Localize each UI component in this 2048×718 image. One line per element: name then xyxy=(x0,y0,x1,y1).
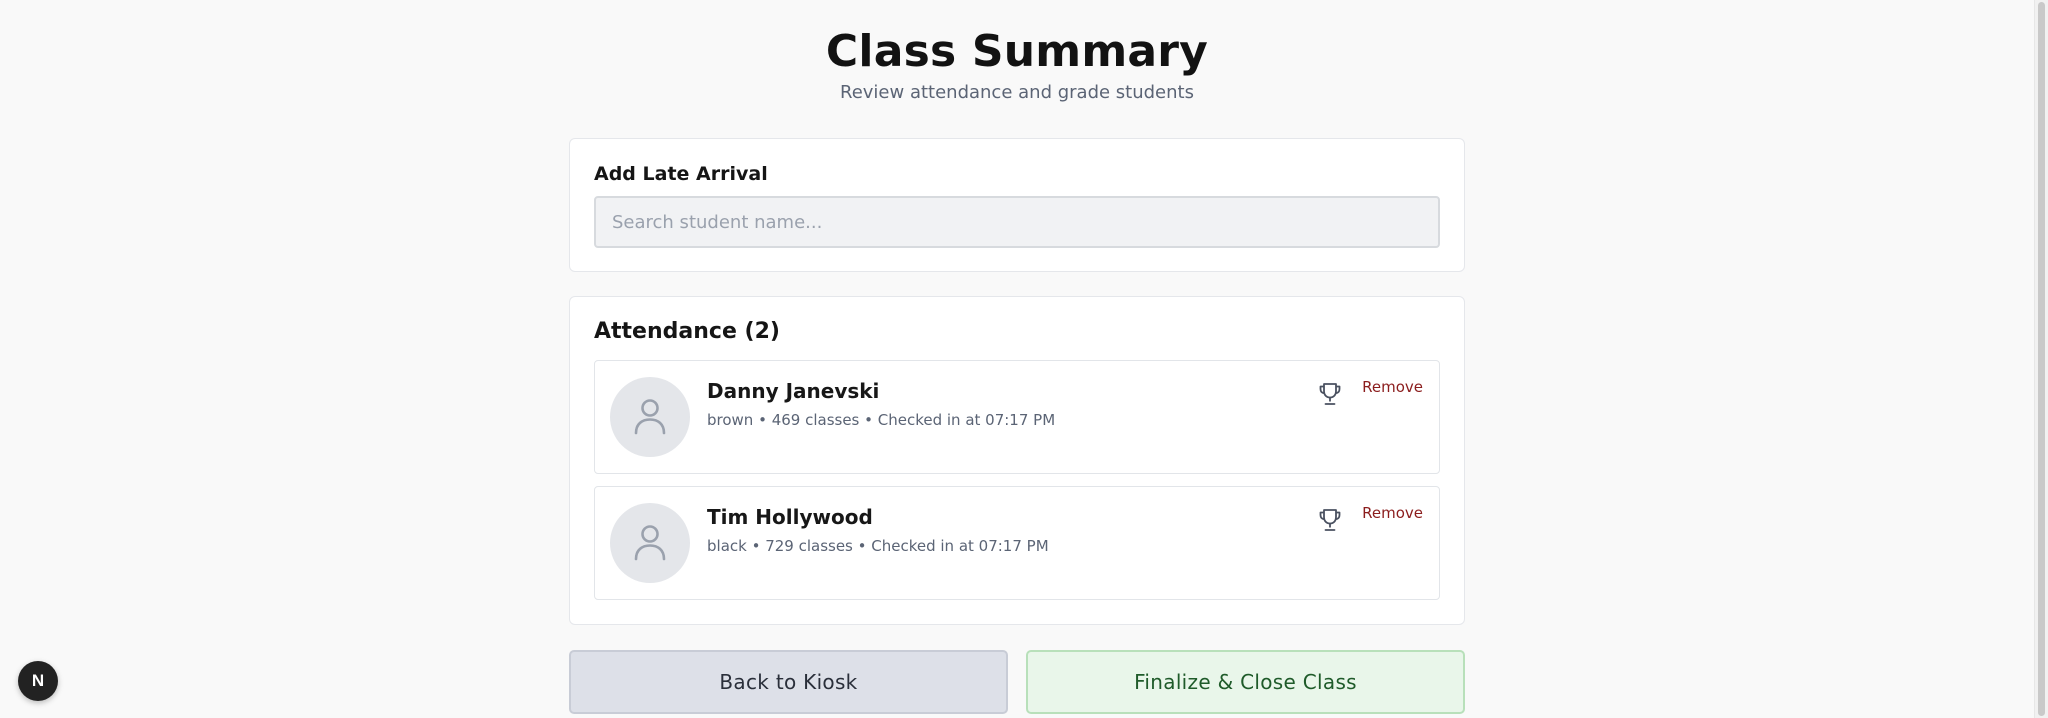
user-icon xyxy=(634,399,666,435)
avatar xyxy=(610,377,690,457)
student-name: Danny Janevski xyxy=(707,379,880,403)
trophy-icon[interactable] xyxy=(1317,381,1343,407)
page-scrollbar[interactable] xyxy=(2034,0,2048,718)
search-field-wrapper xyxy=(594,196,1440,248)
finalize-class-button[interactable]: Finalize & Close Class xyxy=(1026,650,1465,714)
attendance-title: Attendance (2) xyxy=(594,319,780,344)
late-arrival-card: Add Late Arrival xyxy=(569,138,1465,272)
back-to-kiosk-button[interactable]: Back to Kiosk xyxy=(569,650,1008,714)
avatar xyxy=(610,503,690,583)
attendance-card: Attendance (2) Danny Janevski brown • 46… xyxy=(569,296,1465,625)
late-arrival-title: Add Late Arrival xyxy=(594,163,768,185)
dev-tools-badge[interactable]: N xyxy=(18,661,58,701)
student-meta: black • 729 classes • Checked in at 07:1… xyxy=(707,537,1049,555)
page-subtitle: Review attendance and grade students xyxy=(840,82,1194,103)
student-row: Tim Hollywood black • 729 classes • Chec… xyxy=(594,486,1440,600)
remove-student-button[interactable]: Remove xyxy=(1362,501,1423,525)
user-icon xyxy=(634,525,666,561)
student-name: Tim Hollywood xyxy=(707,505,873,529)
scrollbar-thumb[interactable] xyxy=(2038,2,2045,716)
student-meta: brown • 469 classes • Checked in at 07:1… xyxy=(707,411,1056,429)
page-title: Class Summary xyxy=(825,26,1209,77)
student-row: Danny Janevski brown • 469 classes • Che… xyxy=(594,360,1440,474)
remove-student-button[interactable]: Remove xyxy=(1362,375,1423,399)
student-search-input[interactable] xyxy=(596,198,1438,246)
page-header: Class Summary Review attendance and grad… xyxy=(0,22,2034,106)
trophy-icon[interactable] xyxy=(1317,507,1343,533)
